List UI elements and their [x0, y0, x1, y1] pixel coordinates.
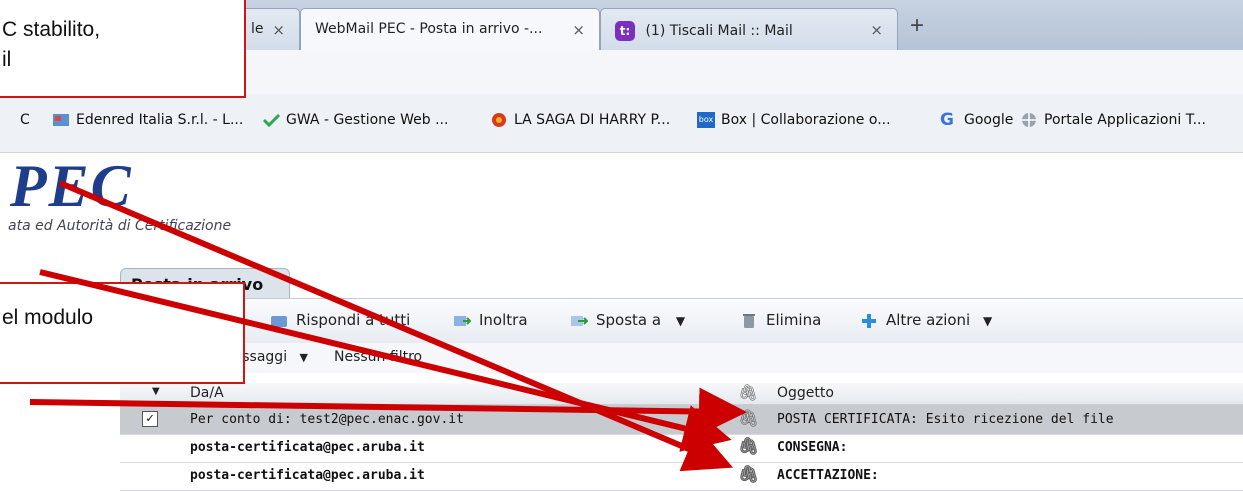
arrow-to-accettazione	[58, 180, 734, 472]
arrow-to-posta-certificata	[29, 387, 747, 436]
annotation-arrows	[29, 180, 747, 472]
